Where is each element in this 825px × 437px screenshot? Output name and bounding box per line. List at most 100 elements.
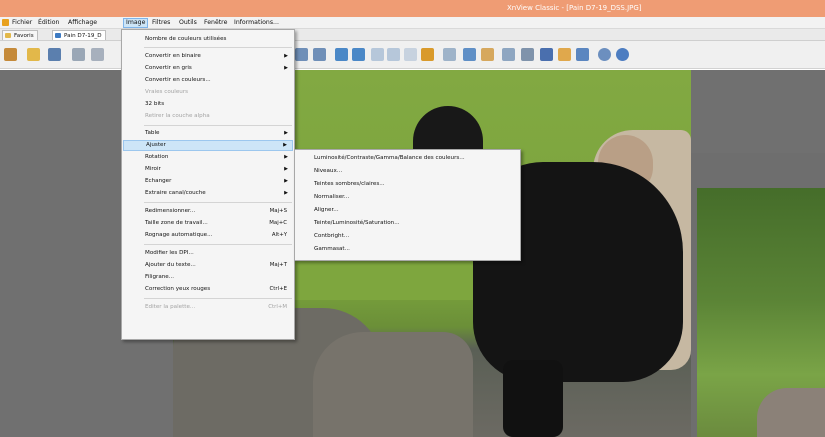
menu-item-taille-zone[interactable]: Taille zone de travail... Maj+C xyxy=(123,218,293,229)
menu-item-convertir-couleurs[interactable]: Convertir en couleurs... xyxy=(123,75,293,86)
print-icon[interactable] xyxy=(72,48,85,61)
rotate-left-icon[interactable] xyxy=(371,48,384,61)
menu-item-table[interactable]: Table ▶ xyxy=(123,128,293,139)
second-image-photo xyxy=(697,188,825,437)
menu-edition[interactable]: Édition xyxy=(36,18,61,28)
menu-item-label: Taille zone de travail... xyxy=(145,220,208,226)
crop-icon[interactable] xyxy=(404,48,417,61)
info-icon[interactable] xyxy=(598,48,611,61)
menu-item-label: Convertir en gris xyxy=(145,65,192,71)
menu-item-label: Rotation xyxy=(145,154,169,160)
menu-item-ajuster[interactable]: Ajuster ▶ xyxy=(123,140,293,151)
menu-informations[interactable]: Informations... xyxy=(232,18,281,28)
menu-item-gammasat[interactable]: Gammasat... xyxy=(296,244,519,255)
submenu-arrow-icon: ▶ xyxy=(284,53,288,59)
open-icon[interactable] xyxy=(4,48,17,61)
menu-item-convertir-binaire[interactable]: Convertir en binaire ▶ xyxy=(123,51,293,62)
tab-label: Pain D7-19_D xyxy=(64,33,102,39)
menu-item-label: Gammasat... xyxy=(314,246,350,252)
zoom-in-icon[interactable] xyxy=(295,48,308,61)
menu-item-filigrane[interactable]: Filigrane... xyxy=(123,272,293,283)
menu-item-retirer-alpha: Retirer la couche alpha xyxy=(123,111,293,122)
menu-item-label: Redimensionner... xyxy=(145,208,196,214)
menu-item-vraies-couleurs: Vraies couleurs xyxy=(123,87,293,98)
menu-item-redimensionner[interactable]: Redimensionner... Maj+S xyxy=(123,206,293,217)
tab-favoris[interactable]: Favoris xyxy=(2,30,38,40)
image-icon xyxy=(55,33,61,38)
menu-shortcut: Ctrl+E xyxy=(269,286,287,292)
menu-item-extraire-canal[interactable]: Extraire canal/couche ▶ xyxy=(123,188,293,199)
menu-outils[interactable]: Outils xyxy=(177,18,199,28)
menu-item-label: Teinte/Luminosité/Saturation... xyxy=(314,220,400,226)
menu-item-miroir[interactable]: Miroir ▶ xyxy=(123,164,293,175)
menu-shortcut: Maj+S xyxy=(269,208,287,214)
menu-item-label: Table xyxy=(145,130,160,136)
menu-item-label: Convertir en binaire xyxy=(145,53,201,59)
menu-item-label: Filigrane... xyxy=(145,274,175,280)
menu-image[interactable]: Image xyxy=(123,18,149,28)
app-icon[interactable] xyxy=(2,19,9,26)
menu-filtres[interactable]: Filtres xyxy=(150,18,172,28)
menu-fenetre[interactable]: Fenêtre xyxy=(202,18,229,28)
tab-label: Favoris xyxy=(14,33,34,39)
menu-item-rotation[interactable]: Rotation ▶ xyxy=(123,152,293,163)
menu-item-contbright[interactable]: Contbright... xyxy=(296,231,519,242)
menu-item-luminosite-contraste[interactable]: Luminosité/Contraste/Gamma/Balance des c… xyxy=(296,153,519,164)
menu-item-convertir-gris[interactable]: Convertir en gris ▶ xyxy=(123,63,293,74)
slideshow-icon[interactable] xyxy=(463,48,476,61)
menu-fichier[interactable]: Fichier xyxy=(10,18,34,28)
menu-item-nombre-couleurs[interactable]: Nombre de couleurs utilisées xyxy=(123,34,293,45)
photo-black-sheep-leg xyxy=(503,360,563,437)
monitor-icon[interactable] xyxy=(540,48,553,61)
submenu-arrow-icon: ▶ xyxy=(284,65,288,71)
zoom-out-icon[interactable] xyxy=(313,48,326,61)
menu-item-label: Correction yeux rouges xyxy=(145,286,211,292)
second-image-window[interactable] xyxy=(691,153,825,437)
menu-item-teinte-saturation[interactable]: Teinte/Luminosité/Saturation... xyxy=(296,218,519,229)
settings-icon[interactable] xyxy=(443,48,456,61)
menu-item-modifier-dpi[interactable]: Modifier les DPI... xyxy=(123,248,293,259)
print-icon[interactable] xyxy=(521,48,534,61)
menu-shortcut: Maj+T xyxy=(269,262,287,268)
menu-item-32-bits[interactable]: 32 bits xyxy=(123,99,293,110)
menu-item-label: Modifier les DPI... xyxy=(145,250,194,256)
search-icon[interactable] xyxy=(502,48,515,61)
menu-shortcut: Maj+C xyxy=(269,220,287,226)
capture-icon[interactable] xyxy=(481,48,494,61)
browse-icon[interactable] xyxy=(27,48,40,61)
next-icon[interactable] xyxy=(352,48,365,61)
screen-icon[interactable] xyxy=(558,48,571,61)
menu-item-niveaux[interactable]: Niveaux... xyxy=(296,166,519,177)
menu-item-label: Contbright... xyxy=(314,233,350,239)
photo-rock xyxy=(313,332,473,437)
menu-item-label: Nombre de couleurs utilisées xyxy=(145,36,227,42)
rotate-right-icon[interactable] xyxy=(387,48,400,61)
menu-item-aligner[interactable]: Aligner... xyxy=(296,205,519,216)
save-icon[interactable] xyxy=(48,48,61,61)
menu-item-label: Echanger xyxy=(145,178,172,184)
photo-bird xyxy=(757,388,825,437)
prev-icon[interactable] xyxy=(335,48,348,61)
menu-item-label: Luminosité/Contraste/Gamma/Balance des c… xyxy=(314,155,465,161)
menu-item-label: Convertir en couleurs... xyxy=(145,77,211,83)
menu-item-label: Rognage automatique... xyxy=(145,232,213,238)
submenu-arrow-icon: ▶ xyxy=(284,130,288,136)
menu-item-label: Editer la palette... xyxy=(145,304,196,310)
submenu-arrow-icon: ▶ xyxy=(284,178,288,184)
fit-icon[interactable] xyxy=(91,48,104,61)
menu-item-echanger[interactable]: Echanger ▶ xyxy=(123,176,293,187)
tab-image[interactable]: Pain D7-19_D xyxy=(52,30,106,40)
submenu-arrow-icon: ▶ xyxy=(284,154,288,160)
help-icon[interactable] xyxy=(616,48,629,61)
menu-item-ajouter-texte[interactable]: Ajouter du texte... Maj+T xyxy=(123,260,293,271)
window-title: XnView Classic - [Pain D7-19_DSS.JPG] xyxy=(507,4,642,12)
capture-icon[interactable] xyxy=(576,48,589,61)
menu-item-normaliser[interactable]: Normaliser... xyxy=(296,192,519,203)
menu-item-yeux-rouges[interactable]: Correction yeux rouges Ctrl+E xyxy=(123,284,293,295)
menu-separator xyxy=(144,202,292,203)
filter-icon[interactable] xyxy=(421,48,434,61)
menu-separator xyxy=(144,298,292,299)
menu-affichage[interactable]: Affichage xyxy=(66,18,99,28)
menu-item-teintes-sombres[interactable]: Teintes sombres/claires... xyxy=(296,179,519,190)
menu-item-rognage-auto[interactable]: Rognage automatique... Alt+Y xyxy=(123,230,293,241)
